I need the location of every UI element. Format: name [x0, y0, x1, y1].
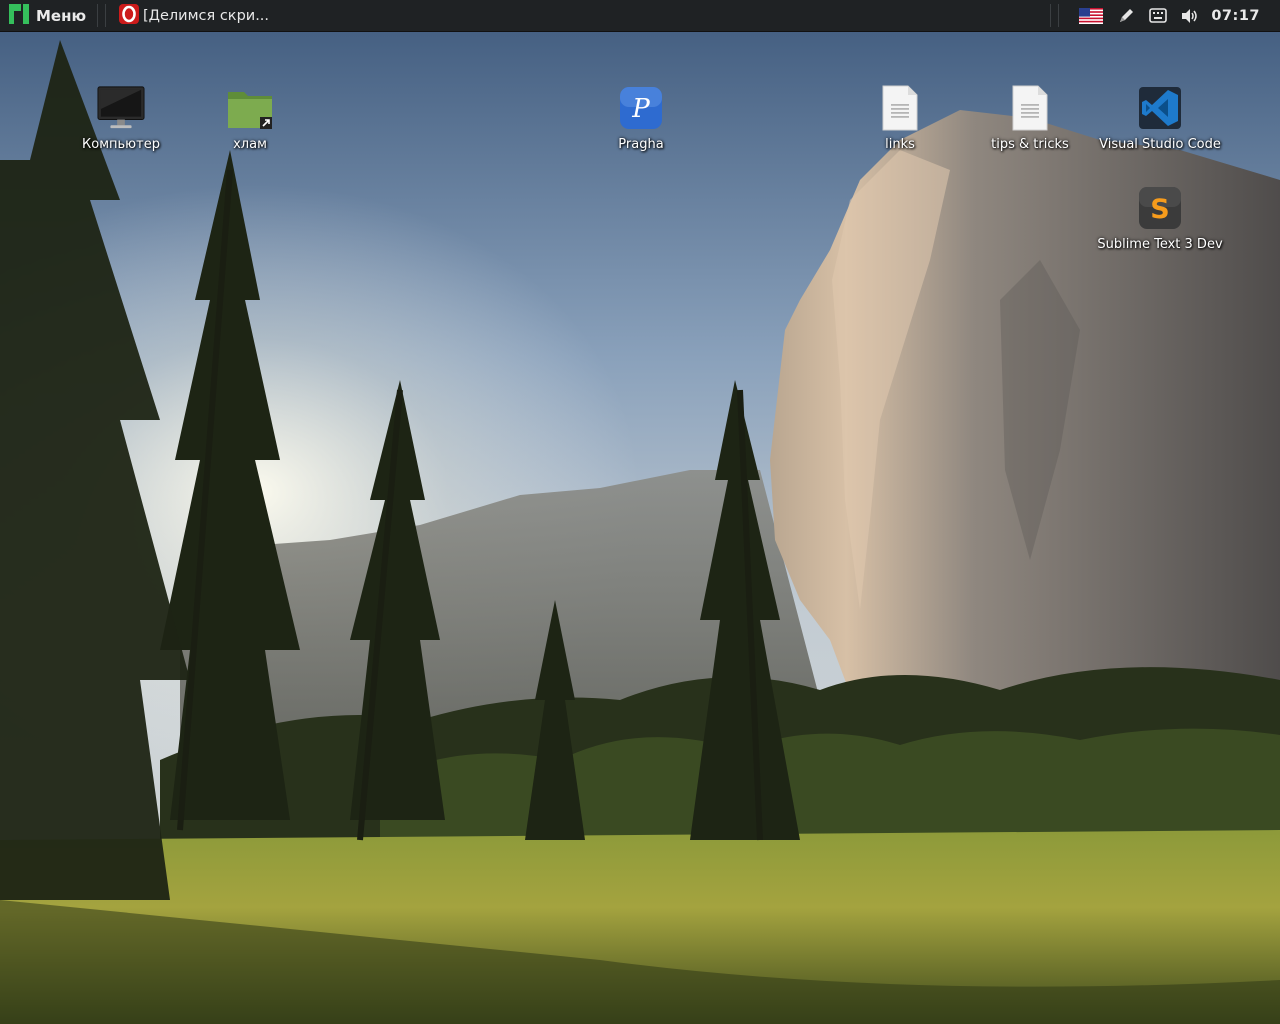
sublime-icon: S: [1136, 184, 1184, 232]
pragha-icon: P: [617, 84, 665, 132]
desktop-icon-label: хлам: [233, 137, 267, 152]
desktop-icon-folder[interactable]: хлам: [185, 84, 315, 152]
desktop-icon-label: Sublime Text 3 Dev: [1097, 237, 1223, 252]
computer-icon: [97, 84, 145, 132]
keyboard-icon[interactable]: [1149, 7, 1168, 24]
desktop-icon-computer[interactable]: Компьютер: [56, 84, 186, 152]
svg-text:S: S: [1150, 194, 1169, 225]
text-file-icon: [876, 84, 924, 132]
panel-separator: [1058, 4, 1059, 27]
svg-text:P: P: [631, 94, 650, 124]
volume-icon[interactable]: [1181, 8, 1199, 24]
taskbar-window-title: [Делимся скри...: [143, 7, 270, 24]
panel-separator: [97, 4, 98, 27]
clock[interactable]: 07:17: [1211, 8, 1260, 24]
folder-link-icon: [226, 84, 274, 132]
desktop-wallpaper: [0, 0, 1280, 1024]
manjaro-logo-icon: [8, 3, 30, 29]
panel-separator: [1050, 4, 1051, 27]
taskbar-window-button[interactable]: [Делимся скри...: [116, 0, 279, 31]
desktop-icon-tips-tricks[interactable]: tips & tricks: [965, 84, 1095, 152]
desktop-icon-label: Компьютер: [82, 137, 160, 152]
panel-separator: [105, 4, 106, 27]
vscode-icon: [1136, 84, 1184, 132]
text-file-icon: [1006, 84, 1054, 132]
us-flag-icon[interactable]: [1079, 7, 1104, 24]
desktop-icon-label: Pragha: [618, 137, 664, 152]
desktop-icon-links[interactable]: links: [835, 84, 965, 152]
desktop-icon-label: links: [885, 137, 915, 152]
top-panel: Меню [Делимся скри... 07:17: [0, 0, 1280, 32]
desktop-icon-label: tips & tricks: [991, 137, 1069, 152]
desktop-icon-pragha[interactable]: P Pragha: [576, 84, 706, 152]
desktop-icon-sublime[interactable]: S Sublime Text 3 Dev: [1095, 184, 1225, 252]
menu-label: Меню: [36, 6, 87, 25]
opera-icon: [119, 3, 139, 28]
menu-button[interactable]: Меню: [6, 0, 94, 31]
system-tray: 07:17: [1065, 0, 1280, 31]
desktop-icon-label: Visual Studio Code: [1099, 137, 1221, 152]
desktop-icon-vscode[interactable]: Visual Studio Code: [1095, 84, 1225, 152]
pen-icon[interactable]: [1117, 7, 1135, 25]
